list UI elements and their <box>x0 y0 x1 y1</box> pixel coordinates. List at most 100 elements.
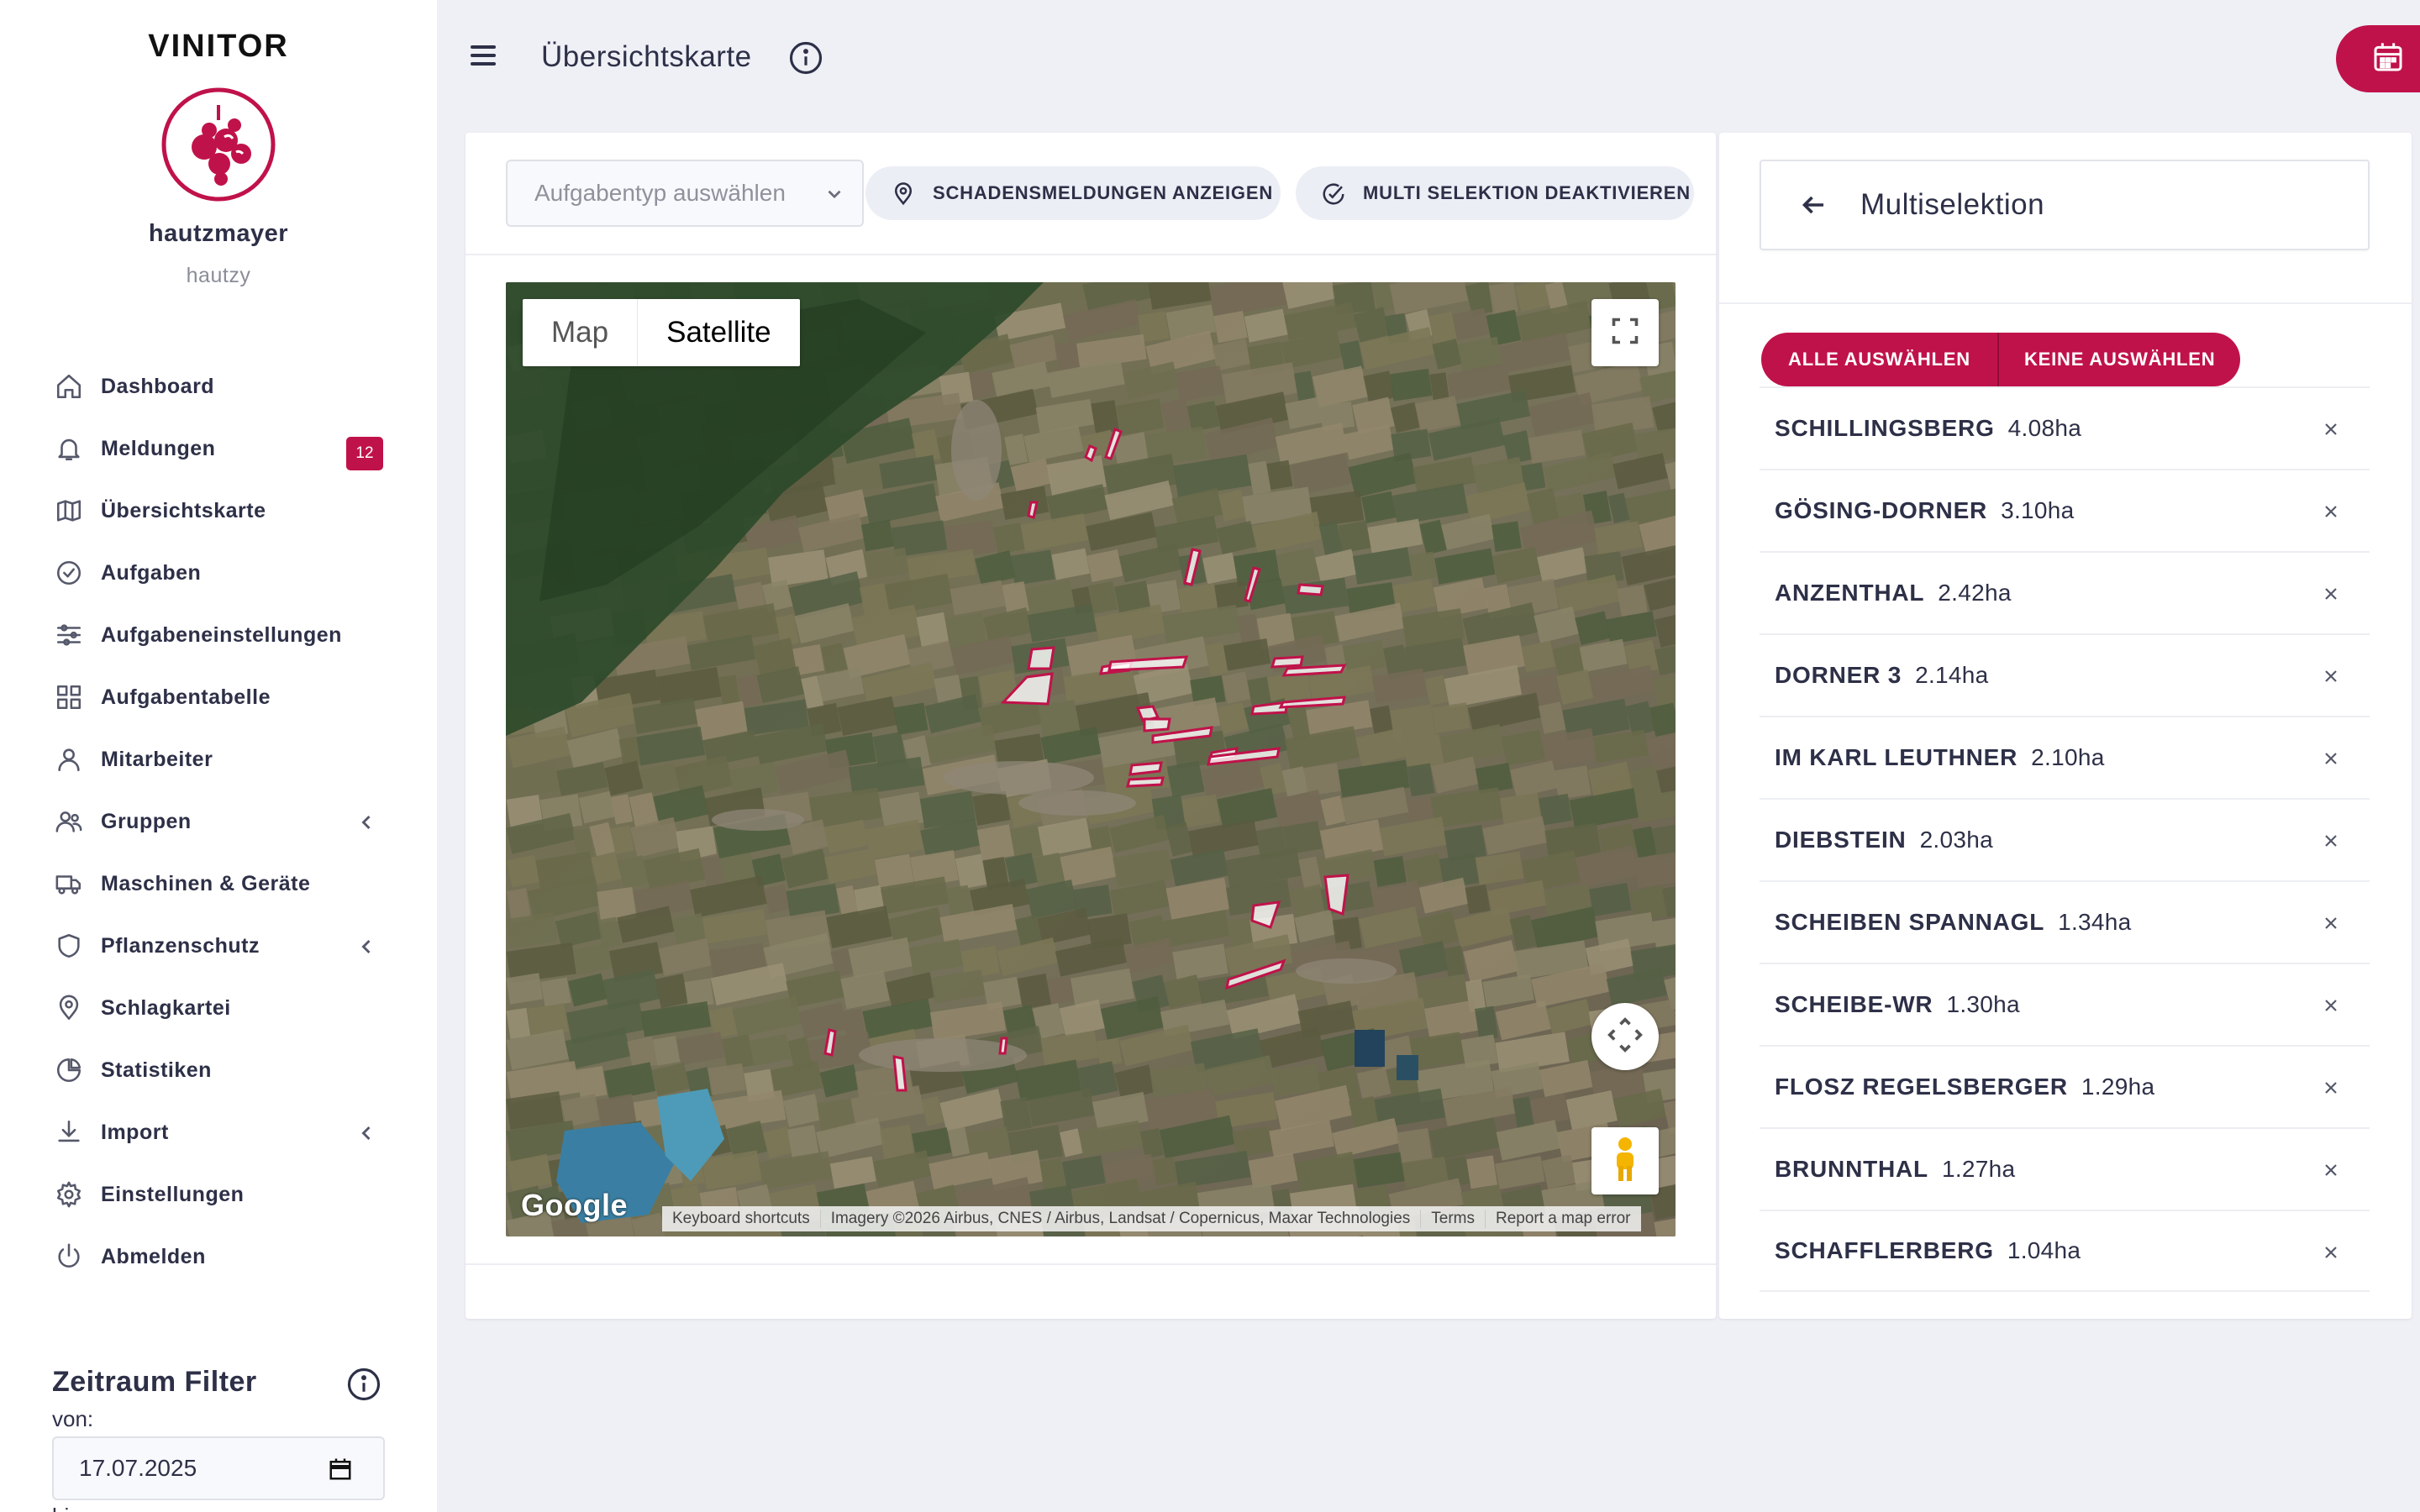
task-type-select[interactable]: Aufgabentyp auswählen <box>506 160 864 227</box>
field-name: SCHILLINGSBERG <box>1775 415 1995 441</box>
info-icon[interactable] <box>788 40 823 76</box>
vinitor-logo <box>160 87 276 202</box>
remove-icon[interactable] <box>2321 913 2341 933</box>
back-arrow-icon[interactable] <box>1798 190 1828 220</box>
field-name: SCHEIBE-WR <box>1775 991 1933 1017</box>
pegman-icon <box>1608 1136 1642 1187</box>
sidebar-item-dashboard[interactable]: Dashboard <box>0 355 437 417</box>
satellite-imagery <box>506 282 1676 1236</box>
terms-link[interactable]: Terms <box>1421 1210 1486 1228</box>
sidebar-item-pflanzenschutz[interactable]: Pflanzenschutz <box>0 915 437 977</box>
satellite-map[interactable]: Map Satellite Google Keyboard shortcuts … <box>506 282 1676 1236</box>
sidebar-item-gruppen[interactable]: Gruppen <box>0 790 437 853</box>
map-pin-icon <box>54 993 84 1023</box>
menu-toggle-button[interactable] <box>471 45 501 71</box>
calendar-icon[interactable] <box>328 1457 353 1482</box>
deactivate-multiselect-label: MULTI SELEKTION DEAKTIVIEREN <box>1363 182 1691 203</box>
field-area: 1.30ha <box>1946 991 2020 1017</box>
selected-fields-list: SCHILLINGSBERG 4.08ha GÖSING-DORNER 3.10ha A… <box>1760 386 2370 1292</box>
list-item[interactable]: DORNER 3 2.14ha <box>1760 633 2370 716</box>
fullscreen-button[interactable] <box>1591 299 1659 366</box>
sidebar-item-label: Aufgabeneinstellungen <box>101 622 342 647</box>
field-name: DORNER 3 <box>1775 662 1902 688</box>
gear-icon <box>54 1179 84 1210</box>
sidebar-item-aufgaben[interactable]: Aufgaben <box>0 542 437 604</box>
von-date-input[interactable]: 17.07.2025 <box>52 1436 385 1500</box>
page-title: Übersichtskarte <box>541 40 752 73</box>
list-item[interactable]: SCHEIBE-WR 1.30ha <box>1760 963 2370 1045</box>
keyboard-shortcuts-link[interactable]: Keyboard shortcuts <box>662 1210 821 1228</box>
list-item[interactable]: ANZENTHAL 2.42ha <box>1760 551 2370 633</box>
field-area: 1.04ha <box>2007 1237 2081 1263</box>
map-type-map-button[interactable]: Map <box>523 299 639 366</box>
field-area: 2.14ha <box>1915 662 1989 688</box>
remove-icon[interactable] <box>2321 1078 2341 1098</box>
remove-icon[interactable] <box>2321 501 2341 522</box>
sidebar-item-label: Maschinen & Geräte <box>101 871 311 895</box>
task-type-placeholder: Aufgabentyp auswählen <box>534 180 786 206</box>
select-all-button[interactable]: ALLE AUSWÄHLEN <box>1761 333 1999 386</box>
camera-control-button[interactable] <box>1591 1003 1659 1070</box>
chevron-down-icon <box>823 183 845 205</box>
chevron-left-icon[interactable] <box>355 935 378 958</box>
list-item[interactable]: FLOSZ REGELSBERGER 1.29ha <box>1760 1045 2370 1127</box>
sidebar-nav: Dashboard Meldungen 12 Übersichtskarte A… <box>0 355 437 1288</box>
field-name: SCHAFFLERBERG <box>1775 1237 1994 1263</box>
fullscreen-icon <box>1610 316 1640 350</box>
check-circle-icon <box>1321 181 1346 207</box>
list-item[interactable]: DIEBSTEIN 2.03ha <box>1760 798 2370 880</box>
check-circle-icon <box>54 558 84 588</box>
remove-icon[interactable] <box>2321 831 2341 851</box>
panel-divider <box>1719 302 2412 304</box>
remove-icon[interactable] <box>2321 666 2341 686</box>
remove-icon[interactable] <box>2321 1160 2341 1180</box>
notification-badge: 12 <box>346 437 383 470</box>
street-view-pegman-button[interactable] <box>1591 1127 1659 1194</box>
report-map-error-link[interactable]: Report a map error <box>1486 1210 1641 1228</box>
sidebar-item-maschinen[interactable]: Maschinen & Geräte <box>0 853 437 915</box>
show-damage-reports-label: SCHADENSMELDUNGEN ANZEIGEN <box>933 182 1274 203</box>
select-none-button[interactable]: KEINE AUSWÄHLEN <box>1998 333 2241 386</box>
sidebar-item-label: Aufgabentabelle <box>101 685 271 709</box>
sidebar-item-schlagkartei[interactable]: Schlagkartei <box>0 977 437 1039</box>
sidebar-item-statistiken[interactable]: Statistiken <box>0 1039 437 1101</box>
list-item[interactable]: SCHILLINGSBERG 4.08ha <box>1760 386 2370 469</box>
chevron-left-icon[interactable] <box>355 1121 378 1145</box>
sidebar: VINITOR hautzmayer hautzy Dashboard Meld… <box>0 0 437 1512</box>
deactivate-multiselect-button[interactable]: MULTI SELEKTION DEAKTIVIEREN <box>1296 166 1694 220</box>
bell-icon <box>54 433 84 464</box>
remove-icon[interactable] <box>2321 748 2341 769</box>
sidebar-item-uebersichtskarte[interactable]: Übersichtskarte <box>0 480 437 542</box>
field-area: 2.10ha <box>2031 744 2105 770</box>
remove-icon[interactable] <box>2321 419 2341 439</box>
info-icon[interactable] <box>346 1367 381 1402</box>
sidebar-item-aufgabeneinstellungen[interactable]: Aufgabeneinstellungen <box>0 604 437 666</box>
sidebar-item-label: Gruppen <box>101 809 192 833</box>
show-damage-reports-button[interactable]: SCHADENSMELDUNGEN ANZEIGEN <box>865 166 1281 220</box>
list-item[interactable]: IM KARL LEUTHNER 2.10ha <box>1760 716 2370 798</box>
sidebar-item-label: Schlagkartei <box>101 995 231 1020</box>
list-item[interactable]: BRUNNTHAL 1.27ha <box>1760 1127 2370 1210</box>
sidebar-item-meldungen[interactable]: Meldungen 12 <box>0 417 437 480</box>
sidebar-item-abmelden[interactable]: Abmelden <box>0 1226 437 1288</box>
google-logo: Google <box>521 1188 628 1222</box>
list-item[interactable]: SCHAFFLERBERG 1.04ha <box>1760 1210 2370 1292</box>
von-label: von: <box>52 1406 94 1431</box>
remove-icon[interactable] <box>2321 584 2341 604</box>
map-type-satellite-button[interactable]: Satellite <box>638 299 800 366</box>
sidebar-item-aufgabentabelle[interactable]: Aufgabentabelle <box>0 666 437 728</box>
field-area: 1.27ha <box>1941 1156 2016 1182</box>
calendar-button[interactable] <box>2336 25 2420 92</box>
list-item[interactable]: SCHEIBEN SPANNAGL 1.34ha <box>1760 880 2370 963</box>
sidebar-item-mitarbeiter[interactable]: Mitarbeiter <box>0 728 437 790</box>
field-name: GÖSING-DORNER <box>1775 497 1988 523</box>
sidebar-item-einstellungen[interactable]: Einstellungen <box>0 1163 437 1226</box>
chevron-left-icon[interactable] <box>355 811 378 834</box>
remove-icon[interactable] <box>2321 995 2341 1016</box>
sidebar-item-import[interactable]: Import <box>0 1101 437 1163</box>
home-icon <box>54 371 84 402</box>
user-name: hautzmayer <box>148 220 289 247</box>
remove-icon[interactable] <box>2321 1242 2341 1263</box>
truck-icon <box>54 869 84 899</box>
list-item[interactable]: GÖSING-DORNER 3.10ha <box>1760 469 2370 551</box>
